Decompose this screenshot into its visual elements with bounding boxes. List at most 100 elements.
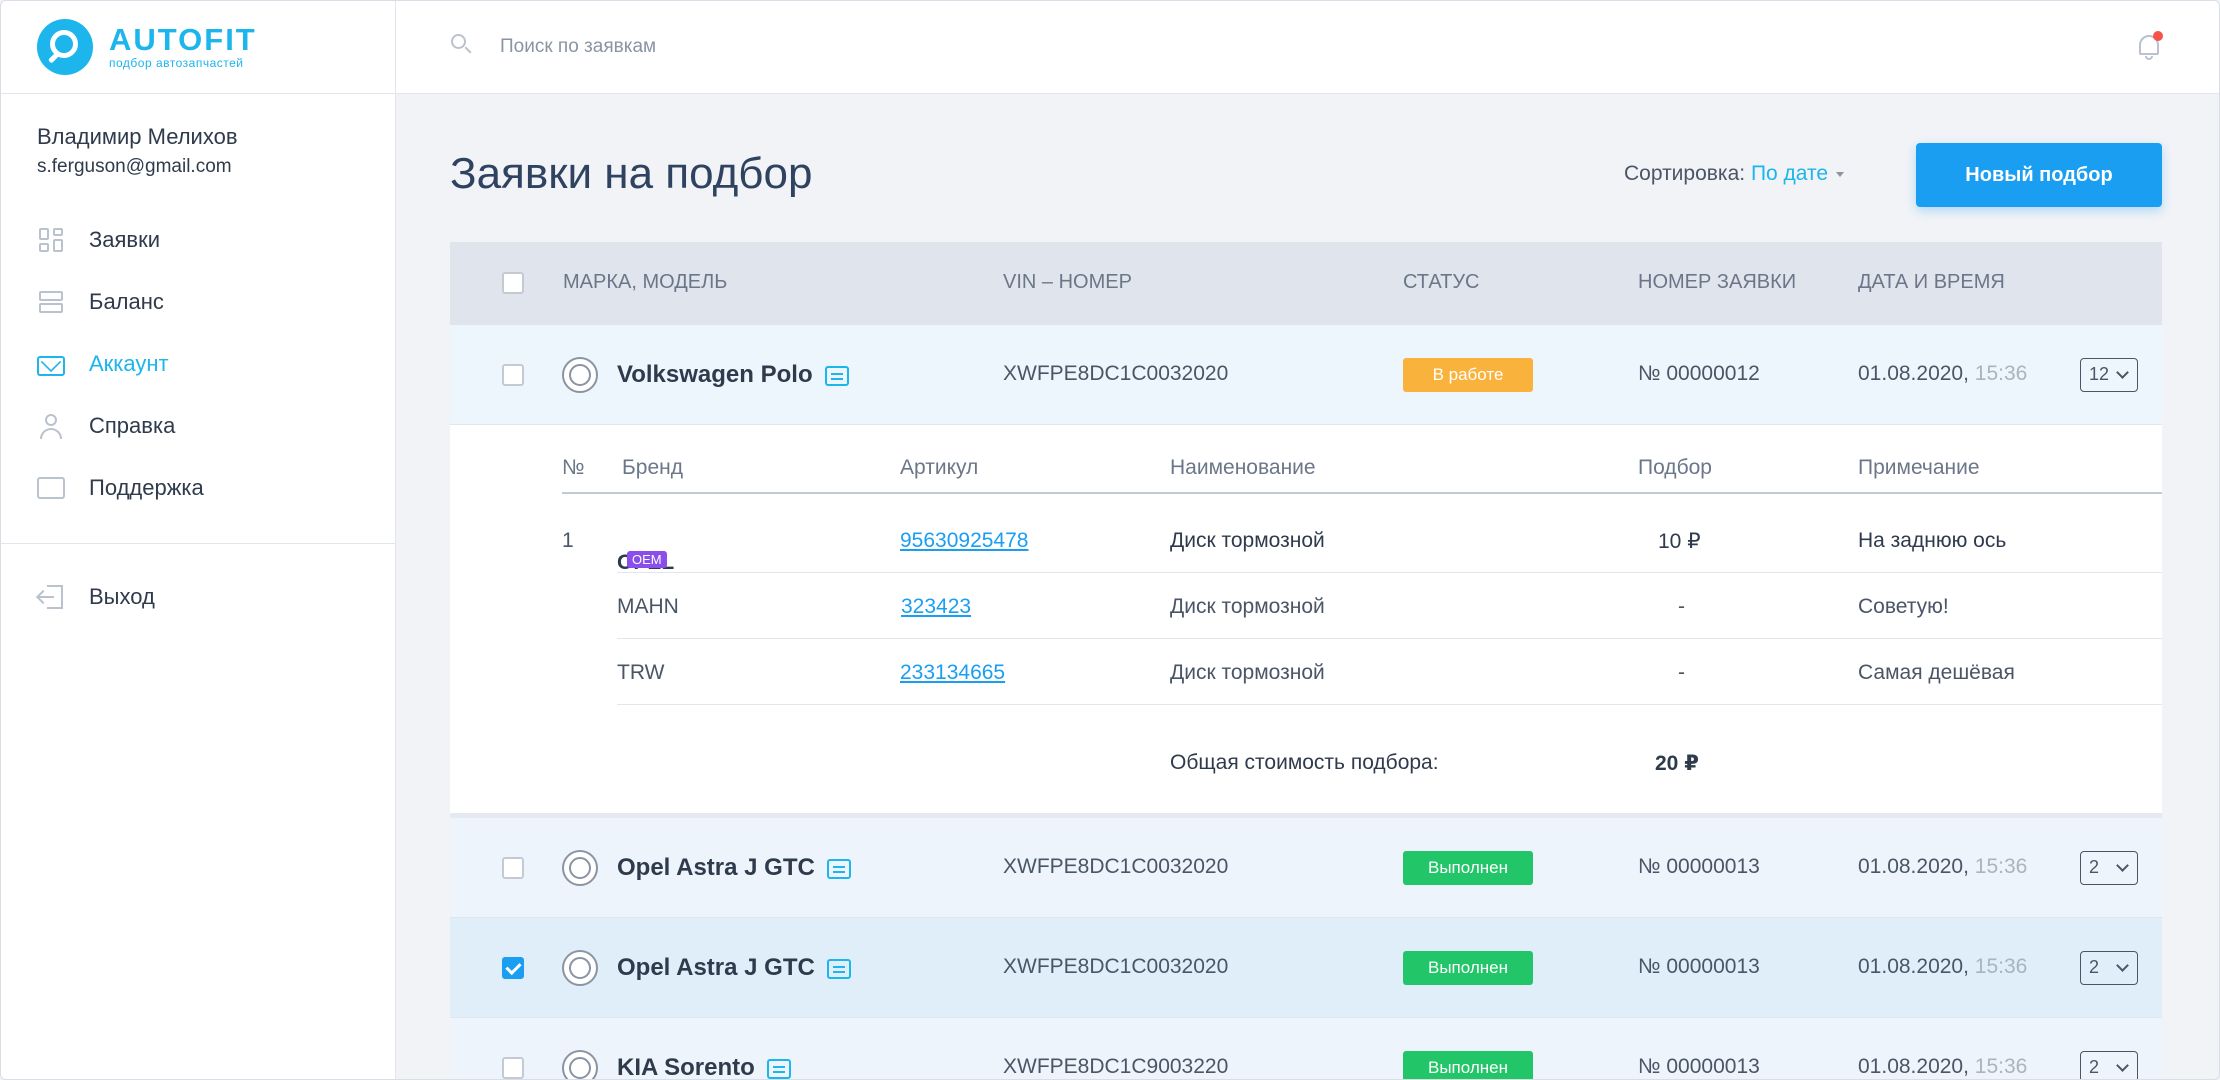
item-no: 1 xyxy=(562,529,574,552)
row-checkbox[interactable] xyxy=(502,1057,524,1079)
status-badge: Выполнен xyxy=(1403,851,1533,885)
details-row: TRW 233134665 Диск тормозной - Самая деш… xyxy=(617,639,2162,705)
total-value: 20 ₽ xyxy=(1655,752,1699,775)
details-col-name: Наименование xyxy=(1170,456,1316,479)
table-row[interactable]: Volkswagen Polo XWFPE8DC1C0032020 В рабо… xyxy=(450,325,2162,425)
total-label: Общая стоимость подбора: xyxy=(1170,751,1439,774)
magnifier-logo-icon xyxy=(37,19,93,75)
logout-button[interactable]: Выход xyxy=(1,566,395,628)
items-count: 2 xyxy=(2089,857,2100,877)
sidebar-item-label: Аккаунт xyxy=(89,351,169,376)
logout-label: Выход xyxy=(89,584,155,609)
mail-icon xyxy=(37,356,65,376)
table-row[interactable]: Opel Astra J GTC XWFPE8DC1C0032020 Выпол… xyxy=(450,918,2162,1018)
items-count: 2 xyxy=(2089,1057,2100,1077)
sidebar: AUTOFIT подбор автозапчастей Владимир Ме… xyxy=(1,1,396,1079)
comment-icon[interactable] xyxy=(826,858,851,879)
sidebar-menu: Заявки Баланс Аккаунт Справка Поддержка xyxy=(1,197,395,519)
volkswagen-logo-icon xyxy=(562,357,598,393)
status-badge: Выполнен xyxy=(1403,1051,1533,1079)
sidebar-item-help[interactable]: Справка xyxy=(1,395,395,457)
chevron-down-icon xyxy=(2116,959,2129,972)
column-header-model: МАРКА, МОДЕЛЬ xyxy=(563,271,728,293)
details-col-article: Артикул xyxy=(900,456,979,479)
comment-icon[interactable] xyxy=(766,1058,791,1079)
items-count-toggle[interactable]: 2 xyxy=(2080,951,2138,985)
logo-subtitle: подбор автозапчастей xyxy=(109,56,244,70)
sort-dropdown[interactable]: Сортировка: По дате xyxy=(1624,162,1845,186)
request-time: 15:36 xyxy=(1974,1055,2028,1078)
item-brand: TRW xyxy=(617,661,665,684)
sidebar-item-balance[interactable]: Баланс xyxy=(1,271,395,333)
item-article-link[interactable]: 95630925478 xyxy=(900,529,1028,553)
table-row[interactable]: Opel Astra J GTC XWFPE8DC1C0032020 Выпол… xyxy=(450,818,2162,918)
column-header-status: СТАТУС xyxy=(1403,271,1480,293)
notification-dot xyxy=(2153,31,2163,41)
logout-icon xyxy=(37,583,65,611)
item-price: 10 ₽ xyxy=(1658,530,1701,553)
request-date: 01.08.2020, xyxy=(1858,955,1969,978)
comment-icon[interactable] xyxy=(826,958,851,979)
row-checkbox[interactable] xyxy=(502,364,524,386)
car-model-text: Opel Astra J GTC xyxy=(617,954,815,981)
notification-bell-icon[interactable] xyxy=(2137,31,2163,61)
car-model: KIA Sorento xyxy=(617,1054,791,1080)
item-article-link[interactable]: 233134665 xyxy=(900,661,1005,685)
item-article-link[interactable]: 323423 xyxy=(901,595,971,619)
item-note: Самая дешёвая xyxy=(1858,661,2015,684)
opel-logo-icon xyxy=(562,850,598,886)
vin-number: XWFPE8DC1C0032020 xyxy=(1003,855,1229,878)
car-model-text: Opel Astra J GTC xyxy=(617,854,815,881)
oem-badge: OEM xyxy=(627,551,667,568)
row-checkbox[interactable] xyxy=(502,957,524,979)
request-datetime: 01.08.2020, 15:36 xyxy=(1858,362,2027,386)
sort-label: Сортировка: xyxy=(1624,162,1746,185)
user-icon xyxy=(37,412,65,440)
column-header-number: НОМЕР ЗАЯВКИ xyxy=(1638,271,1797,293)
logo[interactable]: AUTOFIT подбор автозапчастей xyxy=(1,1,395,94)
table-row[interactable]: KIA Sorento XWFPE8DC1C9003220 Выполнен №… xyxy=(450,1018,2162,1080)
vin-number: XWFPE8DC1C9003220 xyxy=(1003,1055,1229,1078)
items-count-toggle[interactable]: 2 xyxy=(2080,1051,2138,1079)
user-email: s.ferguson@gmail.com xyxy=(37,156,232,177)
search-input[interactable] xyxy=(500,29,1100,65)
car-model-text: KIA Sorento xyxy=(617,1054,755,1080)
item-name: Диск тормозной xyxy=(1170,595,1325,618)
details-col-no: № xyxy=(562,456,585,479)
request-datetime: 01.08.2020, 15:36 xyxy=(1858,955,2027,979)
opel-logo-icon xyxy=(562,950,598,986)
details-row: MAHN 323423 Диск тормозной - Советую! xyxy=(617,573,2162,639)
sidebar-item-requests[interactable]: Заявки xyxy=(1,209,395,271)
sidebar-item-label: Поддержка xyxy=(89,475,204,500)
item-price: - xyxy=(1678,661,1685,684)
sidebar-item-label: Заявки xyxy=(89,227,161,252)
column-header-vin: VIN – НОМЕР xyxy=(1003,271,1132,293)
car-model-text: Volkswagen Polo xyxy=(617,361,813,388)
item-price: - xyxy=(1678,595,1685,618)
items-count: 2 xyxy=(2089,957,2100,977)
sidebar-item-account[interactable]: Аккаунт xyxy=(1,333,395,395)
car-model: Volkswagen Polo xyxy=(617,361,849,389)
row-checkbox[interactable] xyxy=(502,857,524,879)
comment-icon[interactable] xyxy=(824,365,849,386)
request-date: 01.08.2020, xyxy=(1858,1055,1969,1078)
grid-icon xyxy=(37,226,65,254)
sidebar-item-label: Справка xyxy=(89,413,176,438)
request-time: 15:36 xyxy=(1974,362,2028,385)
stack-icon xyxy=(37,288,65,316)
vin-number: XWFPE8DC1C0032020 xyxy=(1003,362,1229,385)
request-details: № Бренд Артикул Наименование Подбор Прим… xyxy=(450,425,2162,818)
new-request-button[interactable]: Новый подбор xyxy=(1916,143,2162,207)
details-header: № Бренд Артикул Наименование Подбор Прим… xyxy=(562,456,2162,494)
user-name: Владимир Мелихов xyxy=(37,124,238,149)
items-count-toggle[interactable]: 12 xyxy=(2080,358,2138,392)
request-number: № 00000012 xyxy=(1638,362,1760,385)
item-note: Советую! xyxy=(1858,595,1949,618)
sidebar-item-support[interactable]: Поддержка xyxy=(1,457,395,519)
car-model: Opel Astra J GTC xyxy=(617,954,851,982)
select-all-checkbox[interactable] xyxy=(502,272,524,294)
logo-title: AUTOFIT xyxy=(109,22,257,57)
items-count-toggle[interactable]: 2 xyxy=(2080,851,2138,885)
items-count: 12 xyxy=(2089,364,2110,384)
status-badge: Выполнен xyxy=(1403,951,1533,985)
